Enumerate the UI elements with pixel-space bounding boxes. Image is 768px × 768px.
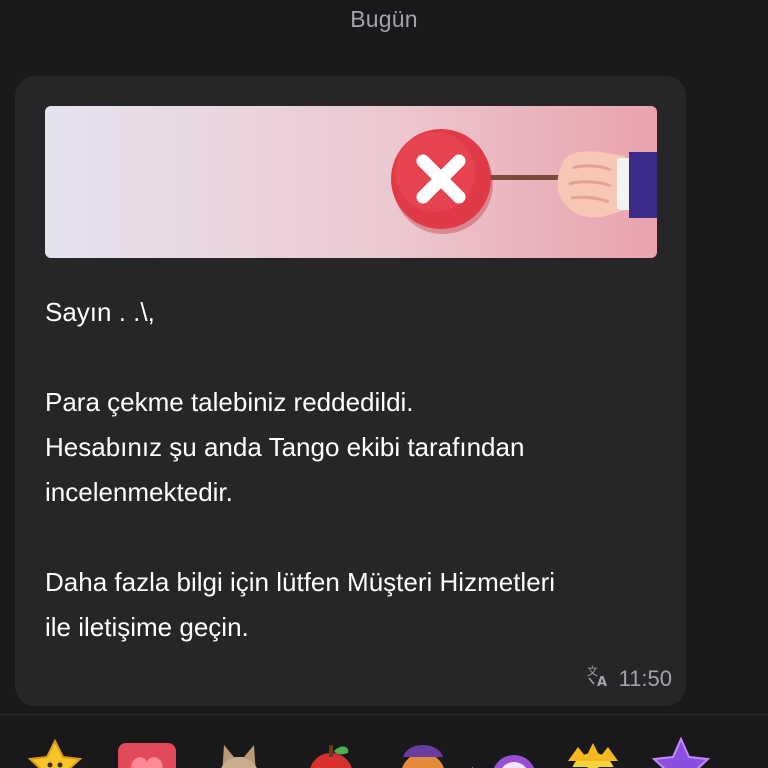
message-time: 11:50 <box>618 666 672 691</box>
sunglasses-gift-icon[interactable] <box>558 735 628 768</box>
message-meta: 文 A 11:50 <box>585 664 672 694</box>
gift-bar <box>0 715 768 768</box>
message-bubble: Sayın . .\, Para çekme talebiniz reddedi… <box>15 76 686 706</box>
message-line: ile iletişime geçin. <box>45 612 249 642</box>
message-line: incelenmektedir. <box>45 477 233 507</box>
bear-gift-icon[interactable] <box>388 735 458 768</box>
rejection-banner <box>45 106 657 258</box>
target-gift-icon[interactable] <box>470 735 540 768</box>
hand-holding-sign-icon <box>557 151 657 218</box>
cat-gift-icon[interactable] <box>204 735 274 768</box>
reject-x-icon <box>391 129 491 229</box>
apple-gift-icon[interactable] <box>296 735 366 768</box>
purple-star-gift-icon[interactable] <box>646 735 716 768</box>
svg-text:A: A <box>597 675 607 688</box>
star-gift-icon[interactable] <box>20 735 90 768</box>
heart-gift-icon[interactable] <box>112 735 182 768</box>
banner-illustration <box>391 129 657 234</box>
message-line: Hesabınız şu anda Tango ekibi tarafından <box>45 432 525 462</box>
message-text: Sayın . .\, Para çekme talebiniz reddedi… <box>45 290 675 650</box>
message-line: Daha fazla bilgi için lütfen Müşteri Hiz… <box>45 567 556 597</box>
message-line: Para çekme talebiniz reddedildi. <box>45 387 414 417</box>
translate-icon[interactable]: 文 A <box>585 664 611 694</box>
day-separator: Bugün <box>350 6 418 32</box>
message-greeting: Sayın . .\, <box>45 297 155 327</box>
